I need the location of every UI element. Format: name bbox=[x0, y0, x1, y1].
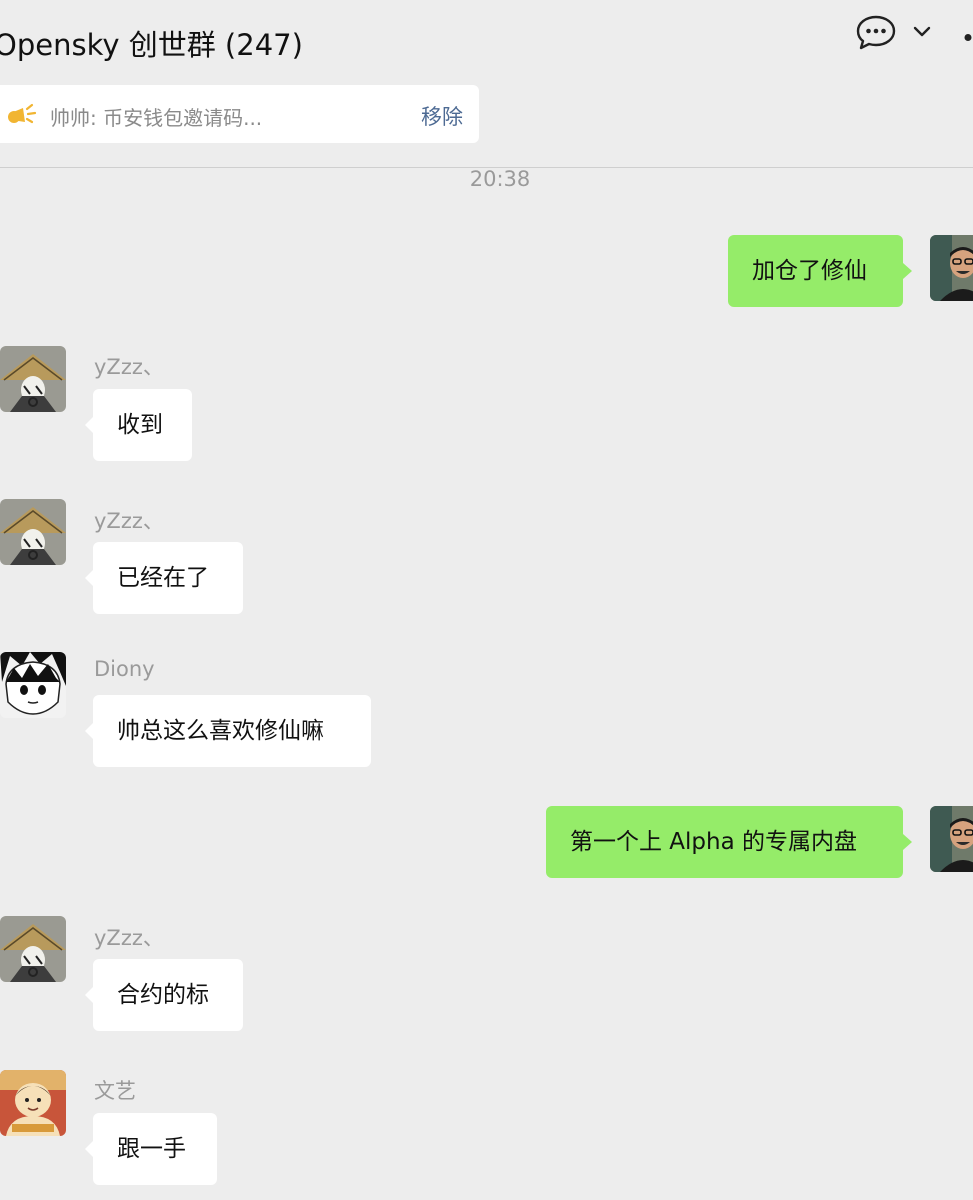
chat-bubble-icon[interactable] bbox=[855, 14, 897, 56]
incoming-message-bubble[interactable]: 跟一手 bbox=[85, 1113, 217, 1185]
wenyi-avatar[interactable] bbox=[0, 1070, 66, 1136]
incoming-message-bubble[interactable]: 收到 bbox=[85, 389, 192, 461]
yzzz-avatar[interactable] bbox=[0, 346, 66, 412]
self-avatar[interactable] bbox=[930, 806, 973, 872]
diony-avatar[interactable] bbox=[0, 652, 66, 718]
remove-pin-button[interactable]: 移除 bbox=[421, 101, 463, 131]
timestamp: 20:38 bbox=[469, 167, 531, 191]
yzzz-avatar[interactable] bbox=[0, 916, 66, 982]
more-icon[interactable] bbox=[962, 28, 973, 47]
incoming-message-bubble[interactable]: 帅总这么喜欢修仙嘛 bbox=[85, 695, 371, 767]
incoming-message-bubble[interactable]: 合约的标 bbox=[85, 959, 243, 1031]
outgoing-message-bubble[interactable]: 第一个上 Alpha 的专属内盘 bbox=[546, 806, 912, 878]
sender-name: 文艺 bbox=[94, 1079, 136, 1103]
chat-title: Opensky 创世群 (247) bbox=[0, 28, 303, 62]
sender-name: yZzz、 bbox=[94, 509, 164, 533]
sender-name: yZzz、 bbox=[94, 355, 164, 379]
pinned-notice[interactable]: 帅帅: 币安钱包邀请码... 移除 bbox=[0, 85, 479, 143]
self-avatar[interactable] bbox=[930, 235, 973, 301]
pin-notice-icon bbox=[6, 101, 37, 127]
pinned-notice-text: 帅帅: 币安钱包邀请码... bbox=[50, 106, 263, 130]
sender-name: yZzz、 bbox=[94, 926, 164, 950]
chevron-down-icon[interactable] bbox=[912, 24, 932, 44]
incoming-message-bubble[interactable]: 已经在了 bbox=[85, 542, 243, 614]
outgoing-message-bubble[interactable]: 加仓了修仙 bbox=[728, 235, 912, 307]
chat-header: Opensky 创世群 (247) bbox=[0, 0, 973, 84]
sender-name: Diony bbox=[94, 657, 155, 681]
yzzz-avatar[interactable] bbox=[0, 499, 66, 565]
